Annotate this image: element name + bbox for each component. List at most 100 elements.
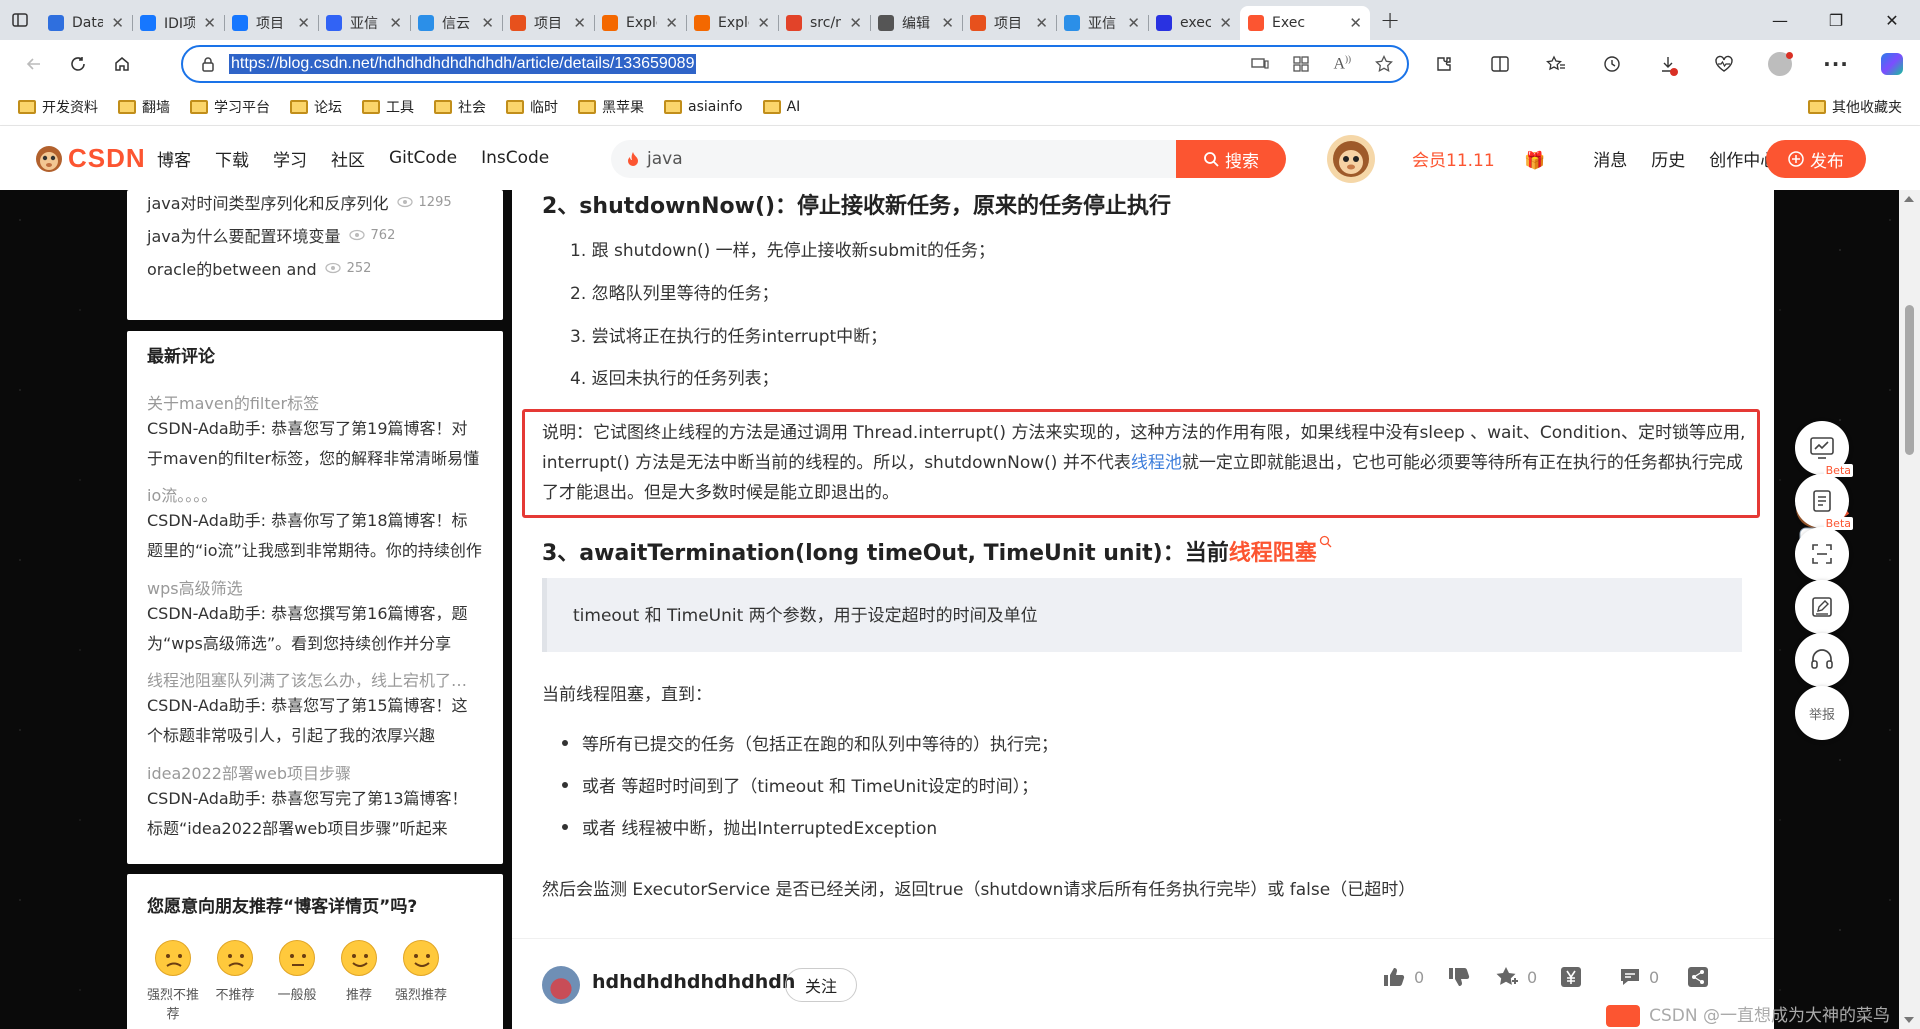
author-avatar[interactable] bbox=[542, 966, 580, 1004]
device-icon[interactable] bbox=[1251, 56, 1270, 72]
browser-tab[interactable]: 编辑 ✕ bbox=[870, 6, 962, 40]
comment-text[interactable]: CSDN-Ada助手: 恭喜您写了第15篇博客！这个标题非常吸引人，引起了我的浓… bbox=[147, 691, 483, 751]
browser-tab[interactable]: Exec ✕ bbox=[1240, 6, 1370, 40]
float-edit-button[interactable] bbox=[1795, 580, 1849, 634]
read-aloud-icon[interactable]: A)) bbox=[1333, 54, 1351, 73]
share-button[interactable] bbox=[1687, 966, 1709, 988]
history-icon[interactable] bbox=[1584, 40, 1640, 88]
browser-tab[interactable]: 项目 ✕ bbox=[502, 6, 594, 40]
favorite-star-icon[interactable] bbox=[1375, 55, 1393, 73]
hot-article-item[interactable]: java对时间类型序列化和反序列化 1295 bbox=[147, 190, 452, 214]
favorites-icon[interactable] bbox=[1528, 40, 1584, 88]
bookmark-folder[interactable]: 工具 bbox=[362, 97, 414, 117]
vip-link[interactable]: 会员11.11 🎁 bbox=[1412, 146, 1569, 171]
other-bookmarks[interactable]: 其他收藏夹 bbox=[1808, 88, 1902, 126]
close-tab-icon[interactable]: ✕ bbox=[203, 14, 216, 32]
recommend-option[interactable]: 强烈推荐 bbox=[389, 940, 453, 1003]
close-tab-icon[interactable]: ✕ bbox=[481, 14, 494, 32]
csdn-search-button[interactable]: 搜索 bbox=[1176, 140, 1286, 178]
recommend-option[interactable]: 推荐 bbox=[327, 940, 391, 1003]
scroll-down-arrow[interactable] bbox=[1904, 1017, 1914, 1023]
close-tab-icon[interactable]: ✕ bbox=[573, 14, 586, 32]
bookmark-folder[interactable]: 黑苹果 bbox=[578, 97, 644, 117]
close-tab-icon[interactable]: ✕ bbox=[665, 14, 678, 32]
bookmark-folder[interactable]: 学习平台 bbox=[190, 97, 270, 117]
scroll-thumb[interactable] bbox=[1905, 305, 1914, 455]
close-tab-icon[interactable]: ✕ bbox=[849, 14, 862, 32]
hot-article-item[interactable]: java为什么要配置环境变量 762 bbox=[147, 223, 395, 247]
restore-button[interactable]: ❐ bbox=[1808, 0, 1864, 40]
apps-icon[interactable] bbox=[1293, 56, 1310, 72]
browser-tab[interactable]: Data ✕ bbox=[40, 6, 132, 40]
browser-tab[interactable]: exec ✕ bbox=[1148, 6, 1240, 40]
browser-tab[interactable]: IDI项 ✕ bbox=[132, 6, 224, 40]
copilot-icon[interactable] bbox=[1864, 40, 1920, 88]
new-tab-button[interactable]: + bbox=[1370, 0, 1410, 40]
browser-tab[interactable]: 亚信 ✕ bbox=[318, 6, 410, 40]
close-tab-icon[interactable]: ✕ bbox=[111, 14, 124, 32]
csdn-right-link[interactable]: 历史 bbox=[1651, 146, 1685, 171]
comment-text[interactable]: CSDN-Ada助手: 恭喜您写了第19篇博客！对于maven的filter标签… bbox=[147, 414, 483, 474]
back-button[interactable] bbox=[12, 44, 56, 84]
browser-tab[interactable]: Explo ✕ bbox=[594, 6, 686, 40]
bookmark-folder[interactable]: asiainfo bbox=[664, 99, 743, 115]
minimize-button[interactable]: — bbox=[1752, 0, 1808, 40]
thread-pool-link[interactable]: 线程池 bbox=[1131, 453, 1182, 473]
recommend-option[interactable]: 不推荐 bbox=[203, 940, 267, 1003]
split-screen-icon[interactable] bbox=[1472, 40, 1528, 88]
bookmark-folder[interactable]: AI bbox=[762, 99, 800, 115]
csdn-nav-item[interactable]: 社区 bbox=[331, 146, 365, 171]
csdn-nav-item[interactable]: 博客 bbox=[157, 146, 191, 171]
follow-button[interactable]: 关注 bbox=[785, 968, 857, 1002]
extensions-icon[interactable] bbox=[1416, 40, 1472, 88]
reward-button[interactable] bbox=[1560, 966, 1582, 988]
close-tab-icon[interactable]: ✕ bbox=[1349, 14, 1362, 32]
scroll-up-arrow[interactable] bbox=[1904, 196, 1914, 202]
bookmark-folder[interactable]: 翻墙 bbox=[118, 97, 170, 117]
like-button[interactable]: 0 bbox=[1382, 966, 1424, 988]
comment-text[interactable]: CSDN-Ada助手: 恭喜您撰写第16篇博客，题为“wps高级筛选”。看到您持… bbox=[147, 599, 483, 659]
url-text[interactable]: https://blog.csdn.net/hdhdhdhdhdhdhdh/ar… bbox=[229, 54, 697, 74]
close-tab-icon[interactable]: ✕ bbox=[297, 14, 310, 32]
close-window-button[interactable]: ✕ bbox=[1864, 0, 1920, 40]
csdn-nav-item[interactable]: 下载 bbox=[215, 146, 249, 171]
comment-text[interactable]: CSDN-Ada助手: 恭喜你写了第18篇博客！标题里的“io流”让我感到非常期… bbox=[147, 506, 483, 566]
bookmark-folder[interactable]: 社会 bbox=[434, 97, 486, 117]
browser-tab[interactable]: 亚信 ✕ bbox=[1056, 6, 1148, 40]
csdn-nav-item[interactable]: InsCode bbox=[481, 148, 549, 168]
csdn-search-input[interactable]: java bbox=[611, 140, 1186, 178]
home-button[interactable] bbox=[100, 44, 144, 84]
close-tab-icon[interactable]: ✕ bbox=[1127, 14, 1140, 32]
close-tab-icon[interactable]: ✕ bbox=[1035, 14, 1048, 32]
float-support-button[interactable] bbox=[1795, 633, 1849, 687]
bookmark-folder[interactable]: 论坛 bbox=[290, 97, 342, 117]
comment-button[interactable]: 0 bbox=[1619, 966, 1659, 988]
publish-button[interactable]: 发布 bbox=[1766, 140, 1866, 178]
browser-tab[interactable]: Explo ✕ bbox=[686, 6, 778, 40]
bookmark-folder[interactable]: 临时 bbox=[506, 97, 558, 117]
close-tab-icon[interactable]: ✕ bbox=[389, 14, 402, 32]
recommend-option[interactable]: 一般般 bbox=[265, 940, 329, 1003]
performance-icon[interactable] bbox=[1696, 40, 1752, 88]
more-menu-icon[interactable]: ··· bbox=[1808, 40, 1864, 88]
dislike-button[interactable] bbox=[1447, 966, 1471, 988]
browser-tab[interactable]: src/n ✕ bbox=[778, 6, 870, 40]
csdn-logo[interactable]: CSDN bbox=[34, 143, 146, 174]
csdn-nav-item[interactable]: GitCode bbox=[389, 148, 457, 168]
csdn-nav-item[interactable]: 学习 bbox=[273, 146, 307, 171]
tab-actions-icon[interactable] bbox=[0, 0, 40, 40]
browser-tab[interactable]: 项目 ✕ bbox=[224, 6, 318, 40]
lock-icon[interactable] bbox=[201, 56, 215, 72]
comment-text[interactable]: CSDN-Ada助手: 恭喜您写完了第13篇博客！标题“idea2022部署we… bbox=[147, 784, 483, 844]
comment-article-title[interactable]: idea2022部署web项目步骤 bbox=[147, 760, 483, 784]
bookmark-folder[interactable]: 开发资料 bbox=[18, 97, 98, 117]
float-ai-button[interactable]: Beta bbox=[1795, 517, 1853, 581]
profile-avatar[interactable] bbox=[1752, 40, 1808, 88]
thread-blocking-link[interactable]: 线程阻塞 bbox=[1229, 541, 1317, 566]
downloads-icon[interactable] bbox=[1640, 40, 1696, 88]
comment-article-title[interactable]: io流。。。。 bbox=[147, 482, 483, 506]
browser-tab[interactable]: 项目 ✕ bbox=[962, 6, 1056, 40]
author-name[interactable]: hdhdhdhdhdhdhdh bbox=[592, 971, 795, 993]
collect-button[interactable]: 0 bbox=[1495, 966, 1537, 988]
user-avatar[interactable] bbox=[1327, 135, 1375, 183]
